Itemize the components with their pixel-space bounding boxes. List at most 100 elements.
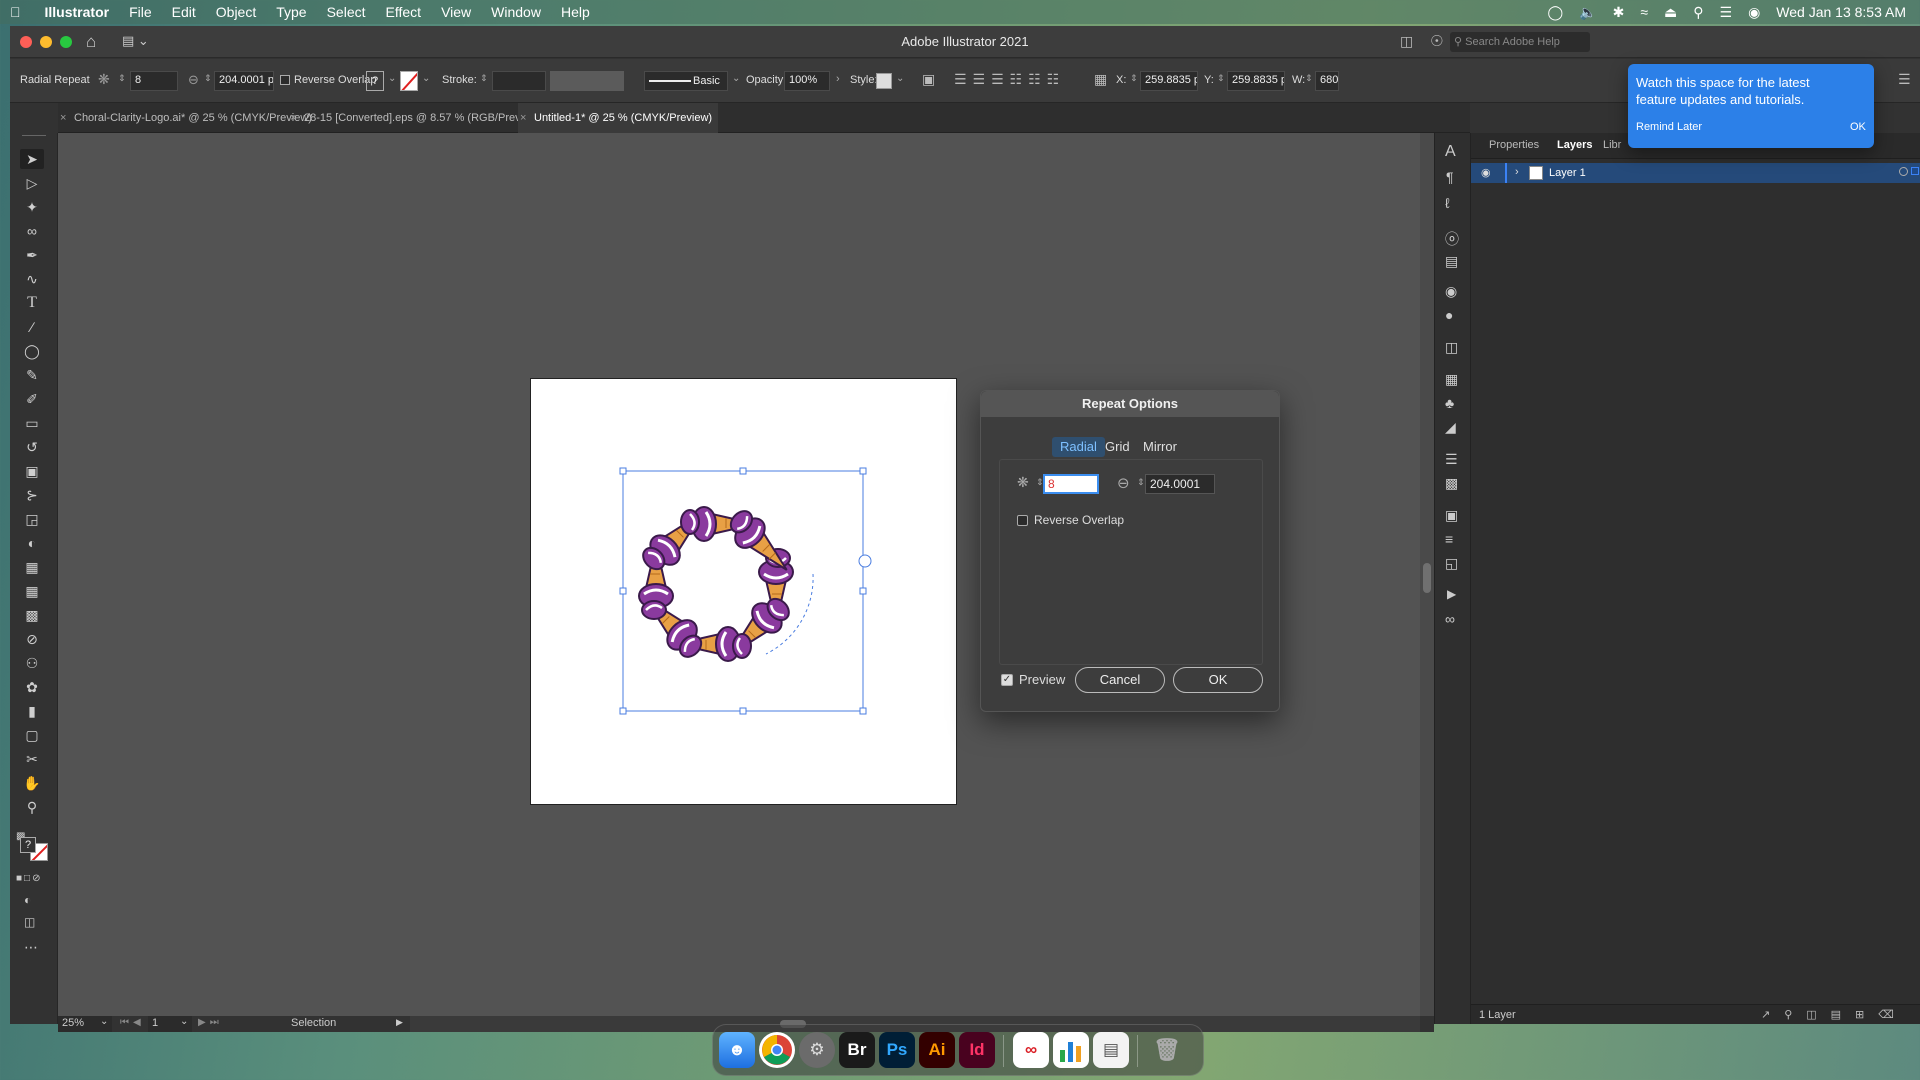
ok-button[interactable]: OK [1173,667,1263,693]
pathfinder-icon[interactable]: ◫ [1445,339,1458,356]
creative-cloud-icon[interactable]: ◯ [1547,4,1563,21]
recolor-artwork-icon[interactable]: ▣ [922,71,935,88]
y-stepper[interactable]: ⇕ [1217,73,1225,84]
actions-play-icon[interactable]: ▶ [1447,587,1456,601]
reverse-overlap-checkbox[interactable] [280,75,290,85]
eraser-tool-icon[interactable]: ▭ [20,413,44,433]
bridge-icon[interactable]: Br [839,1032,875,1068]
symbol-sprayer-tool-icon[interactable]: ✿ [20,677,44,697]
expand-layer-chevron-icon[interactable]: › [1515,166,1519,178]
cancel-button[interactable]: Cancel [1075,667,1165,693]
paintbrush-tool-icon[interactable]: ✎ [20,365,44,385]
tab-layers[interactable]: Layers [1557,139,1592,151]
gradient-panel-icon[interactable]: ▩ [1445,475,1458,492]
menu-edit[interactable]: Edit [162,4,206,20]
apple-icon[interactable]:  [0,4,31,20]
character-panel-icon[interactable]: A [1445,143,1456,161]
character-styles-icon[interactable]: ⓞ [1445,229,1459,249]
close-tab-icon[interactable]: × [290,103,296,133]
gradient-tool-icon[interactable]: ▩ [20,605,44,625]
dialog-radius-field[interactable]: 204.0001 [1145,474,1215,494]
menu-effect[interactable]: Effect [376,4,432,20]
direct-selection-tool-icon[interactable]: ▷ [20,173,44,193]
volume-icon[interactable]: 🔈 [1579,4,1596,21]
artboard-number-field[interactable]: 1 ⌄ [148,1016,192,1032]
search-help-input[interactable]: ⚲ Search Adobe Help [1450,32,1590,52]
hand-tool-icon[interactable]: ✋ [20,773,44,793]
tab-choral-clarity-logo[interactable]: × Choral-Clarity-Logo.ai* @ 25 % (CMYK/P… [58,103,312,133]
menu-view[interactable]: View [431,4,481,20]
arrange-documents-icon[interactable]: ◫ [1400,33,1413,50]
preview-checkbox[interactable]: ✓ [1001,674,1013,686]
rotate-tool-icon[interactable]: ↺ [20,437,44,457]
width-tool-icon[interactable]: ⊱ [20,485,44,505]
layer-name[interactable]: Layer 1 [1549,167,1586,179]
free-transform-tool-icon[interactable]: ◲ [20,509,44,529]
color-guide-icon[interactable]: ● [1445,307,1453,323]
menu-object[interactable]: Object [206,4,266,20]
w-stepper[interactable]: ⇕ [1305,73,1313,84]
perspective-grid-tool-icon[interactable]: ▦ [20,557,44,577]
color-mode-icons[interactable]: ■□⊘ [16,873,42,884]
menu-file[interactable]: File [119,4,162,20]
layer-target-icon[interactable] [1899,167,1908,176]
preview-app-icon[interactable]: ▤ [1093,1032,1129,1068]
dialog-radius-stepper[interactable]: ⇕ [1137,477,1145,488]
menu-type[interactable]: Type [266,4,316,20]
transform-reference-icon[interactable]: ▦ [1094,71,1107,88]
menubar-clock[interactable]: Wed Jan 13 8:53 AM [1776,4,1906,20]
transform-panel-icon[interactable]: ▣ [1445,507,1458,524]
photoshop-icon[interactable]: Ps [879,1032,915,1068]
slice-tool-icon[interactable]: ✂ [20,749,44,769]
artboard-nav-prev[interactable]: ⏮◀ [120,1017,145,1028]
radial-repeat-artwork[interactable] [531,379,956,804]
stroke-weight-stepper[interactable]: ⇕ [480,73,488,84]
radius-field[interactable]: 204.0001 px [214,71,274,91]
scale-tool-icon[interactable]: ▣ [20,461,44,481]
line-tool-icon[interactable]: ∕ [20,317,44,337]
graphic-style-swatch[interactable] [876,73,892,89]
indesign-icon[interactable]: Id [959,1032,995,1068]
bluetooth-icon[interactable]: ✱ [1613,4,1625,21]
zoom-tool-icon[interactable]: ⚲ [20,797,44,817]
style-chevron-icon[interactable]: ⌄ [896,73,904,84]
paragraph-styles-icon[interactable]: ▤ [1445,253,1458,270]
draw-mode-icon[interactable]: ◐ [24,893,31,907]
x-stepper[interactable]: ⇕ [1130,73,1138,84]
color-panel-icon[interactable]: ◉ [1445,283,1457,300]
eyedropper-tool-icon[interactable]: ⊘ [20,629,44,649]
remind-later-link[interactable]: Remind Later [1636,121,1702,133]
column-graph-tool-icon[interactable]: ▮ [20,701,44,721]
pen-tool-icon[interactable]: ✒ [20,245,44,265]
links-panel-icon[interactable]: ∞ [1445,611,1455,627]
variable-width-profile[interactable] [550,71,624,91]
vertical-scrollbar[interactable] [1420,133,1434,1016]
siri-icon[interactable]: ◉ [1748,4,1760,21]
blend-tool-icon[interactable]: ⚇ [20,653,44,673]
screen-mode-icon[interactable]: ◫ [24,915,35,929]
layer-selection-indicator[interactable] [1911,167,1919,175]
menu-help[interactable]: Help [551,4,600,20]
tab-28-15-converted[interactable]: × 28-15 [Converted].eps @ 8.57 % (RGB/Pr… [288,103,541,133]
fill-swatch-unknown[interactable]: ? [366,71,384,91]
swatches-icon[interactable]: ▦ [1445,371,1458,388]
y-field[interactable]: 259.8835 px [1227,71,1285,91]
vertical-scroll-thumb[interactable] [1423,563,1431,593]
dialog-reverse-overlap-checkbox[interactable] [1017,515,1028,526]
stroke-dropdown-icon[interactable]: ⌄ [422,73,430,84]
radius-stepper[interactable]: ⇕ [204,73,212,84]
tab-properties[interactable]: Properties [1489,139,1539,151]
illustrator-icon[interactable]: Ai [919,1032,955,1068]
opacity-field[interactable]: 100% [784,71,830,91]
artboard-nav-next[interactable]: ▶⏭ [198,1017,223,1028]
artboard-tool-icon[interactable]: ▢ [20,725,44,745]
finder-icon[interactable]: ☻ [719,1032,755,1068]
type-tool-icon[interactable]: T [20,293,44,313]
shaper-tool-icon[interactable]: ✐ [20,389,44,409]
edit-toolbar-icon[interactable]: ⋯ [24,939,38,956]
layer-footer-buttons[interactable]: ↗⚲◫▤⊞⌫ [1761,1008,1908,1021]
opacity-expand-icon[interactable]: › [836,73,840,85]
stroke-none-swatch[interactable] [400,71,418,91]
panel-menu-icon[interactable]: ☰ [1898,71,1911,88]
eject-icon[interactable]: ⏏ [1664,4,1677,21]
